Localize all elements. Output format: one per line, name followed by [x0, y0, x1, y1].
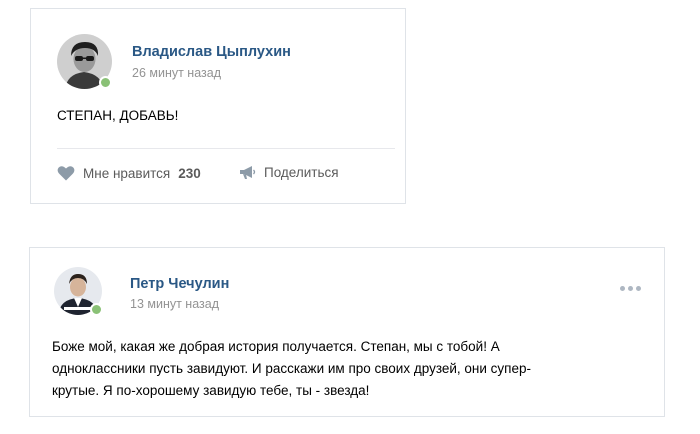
post-text-line: крутые. Я по-хорошему завидую тебе, ты -… [52, 383, 370, 398]
avatar[interactable] [57, 34, 112, 89]
like-button[interactable]: Мне нравится 230 [57, 165, 201, 181]
more-dots-icon[interactable] [618, 282, 643, 295]
post-text: Боже мой, какая же добрая история получа… [52, 336, 652, 402]
online-indicator [90, 303, 103, 316]
like-label: Мне нравится [83, 165, 171, 181]
share-button[interactable]: Поделиться [239, 165, 339, 180]
post-card: Петр Чечулин 13 минут назад Боже мой, ка… [29, 247, 665, 417]
avatar[interactable] [54, 267, 103, 316]
post-time[interactable]: 26 минут назад [132, 66, 221, 80]
post-text-line: Боже мой, какая же добрая история получа… [52, 339, 500, 354]
author-name[interactable]: Петр Чечулин [130, 276, 229, 292]
like-count: 230 [178, 165, 201, 181]
author-name[interactable]: Владислав Цыплухин [132, 44, 291, 60]
heart-icon [57, 166, 75, 181]
share-label: Поделиться [264, 165, 339, 180]
megaphone-icon [240, 166, 256, 179]
online-indicator [99, 76, 112, 89]
post-text-line: одноклассники пусть завидуют. И расскажи… [52, 361, 531, 376]
post-card: Владислав Цыплухин 26 минут назад СТЕПАН… [30, 8, 406, 204]
post-time[interactable]: 13 минут назад [130, 297, 219, 311]
post-text: СТЕПАН, ДОБАВЬ! [57, 108, 179, 123]
divider [57, 148, 395, 149]
